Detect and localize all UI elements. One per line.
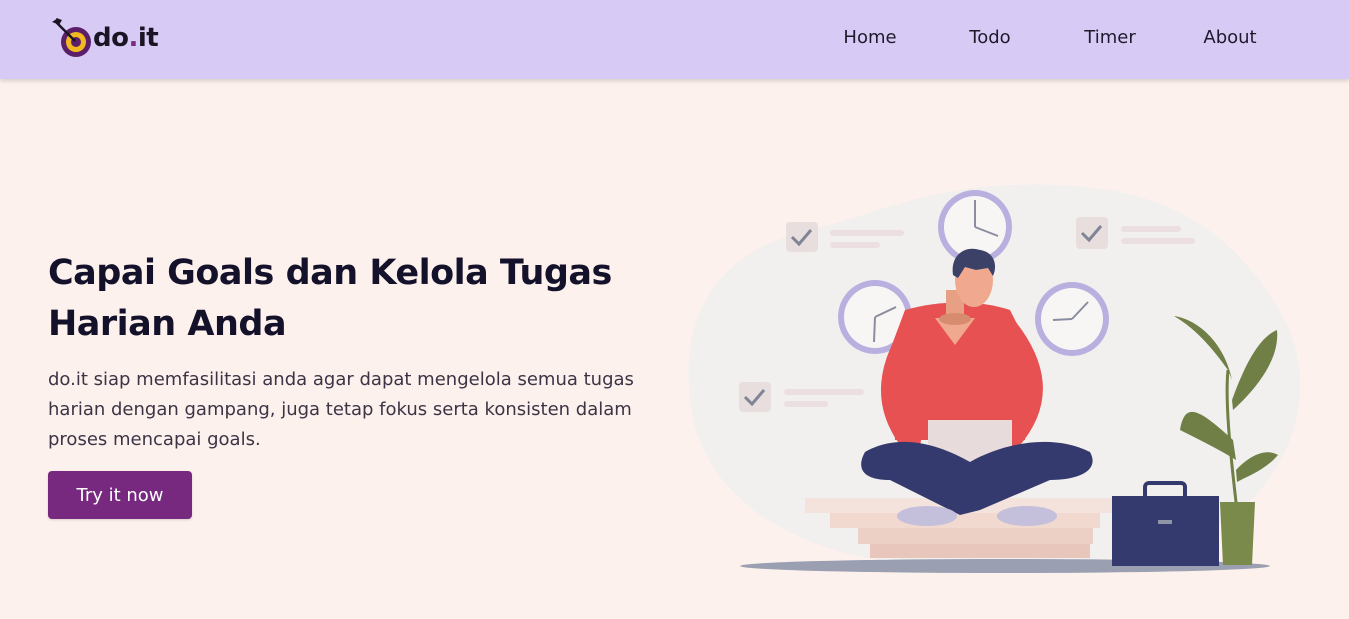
hero-illustration: [688, 184, 1301, 573]
hero-title: Capai Goals dan Kelola Tugas Harian Anda: [48, 253, 612, 344]
try-it-now-button[interactable]: Try it now: [48, 471, 192, 519]
brand-name-dot: .: [128, 23, 138, 53]
brand-logo[interactable]: do.it: [50, 16, 159, 60]
brand-name-tail: it: [137, 23, 159, 53]
hero-description: do.it siap memfasilitasi anda agar dapat…: [48, 369, 634, 450]
nav-link-home[interactable]: Home: [810, 24, 930, 52]
nav-link-timer[interactable]: Timer: [1050, 24, 1170, 52]
target-arrow-icon: [52, 18, 91, 57]
clock-icon: [1035, 282, 1109, 356]
brand-wordmark: do.it: [93, 23, 159, 53]
navbar: do.it Home Todo Timer About: [0, 0, 1349, 79]
nav-link-about[interactable]: About: [1170, 24, 1290, 52]
nav-link-todo[interactable]: Todo: [930, 24, 1050, 52]
main-nav: Home Todo Timer About: [810, 24, 1290, 52]
brand-name-main: do: [93, 23, 129, 53]
